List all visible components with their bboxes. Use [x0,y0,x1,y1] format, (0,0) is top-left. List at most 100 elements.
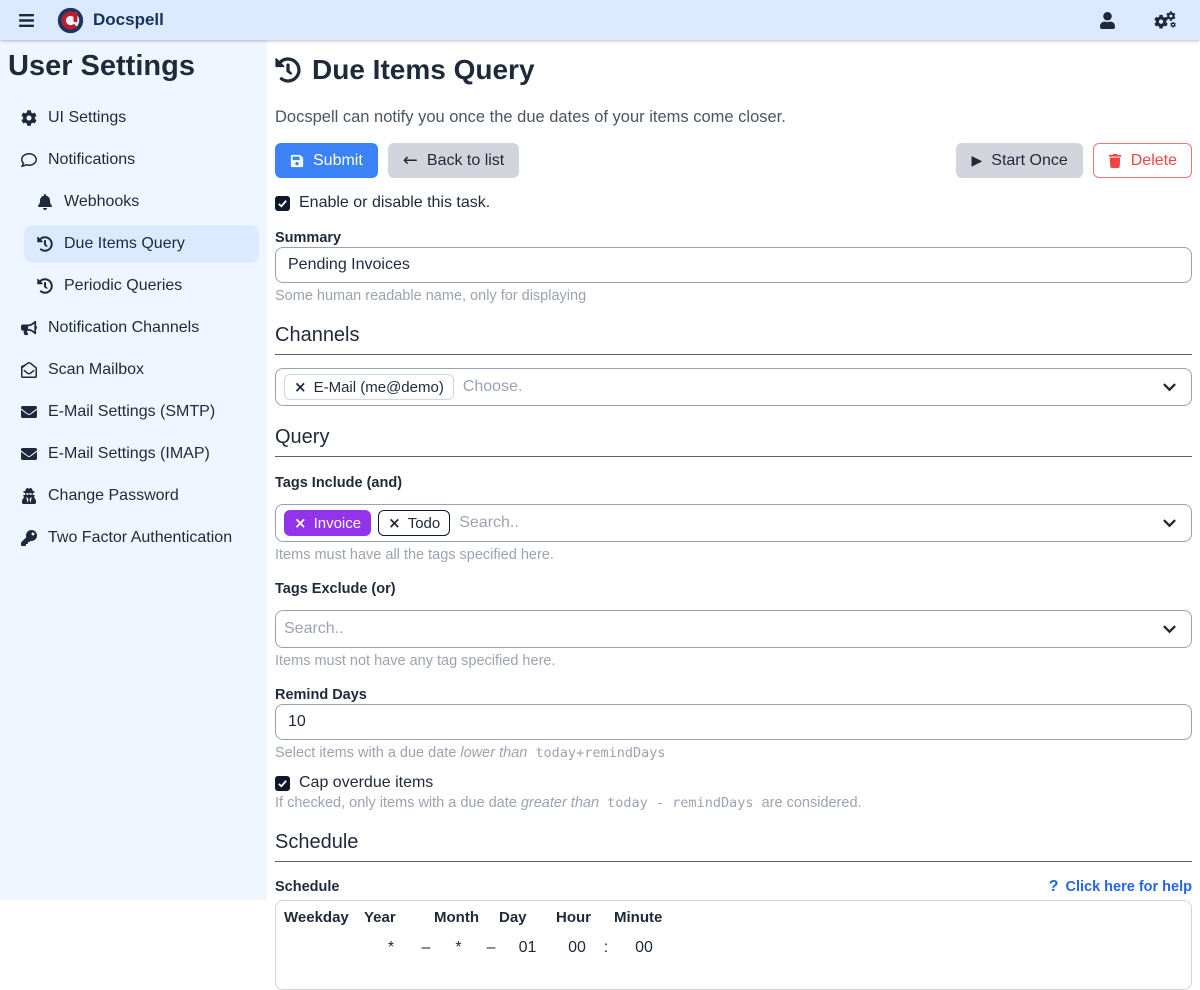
sidebar-item-label: Scan Mailbox [48,361,144,379]
channels-heading: Channels [275,324,1192,355]
remove-chip-icon[interactable]: × [294,514,307,532]
channel-chip-label: E-Mail (me@demo) [314,379,444,396]
sidebar-item-label: Webhooks [64,193,139,211]
back-to-list-button[interactable]: ← Back to list [388,143,519,178]
sidebar-item-notifications[interactable]: Notifications [8,141,259,179]
save-icon [290,154,304,168]
page-description: Docspell can notify you once the due dat… [275,108,1192,127]
chevron-down-icon[interactable] [1163,383,1176,392]
page-title: Due Items Query [275,54,1192,86]
chevron-down-icon[interactable] [1163,519,1176,528]
summary-hint: Some human readable name, only for displ… [275,288,1192,304]
user-secret-icon [20,488,37,504]
tag-chip-invoice[interactable]: × Invoice [284,510,371,536]
tags-include-placeholder: Search.. [459,514,519,532]
month-value[interactable]: * [434,939,483,957]
delete-label: Delete [1131,152,1177,170]
settings-cogs-icon[interactable] [1150,7,1180,33]
col-year: Year [364,909,434,926]
remove-chip-icon[interactable]: × [388,514,401,532]
docspell-logo-icon [57,7,84,34]
tag-chip-todo[interactable]: × Todo [378,510,450,536]
back-to-list-label: Back to list [427,152,504,170]
submit-label: Submit [313,152,363,170]
sidebar-item-label: E-Mail Settings (SMTP) [48,403,215,421]
channels-placeholder: Choose. [463,378,523,396]
remind-days-hint: Select items with a due date lower than … [275,745,1192,761]
col-weekday: Weekday [284,909,364,926]
history-icon [275,57,301,83]
sidebar-item-e-mail-settings-imap-[interactable]: E-Mail Settings (IMAP) [8,435,259,473]
sidebar-item-ui-settings[interactable]: UI Settings [8,99,259,137]
tags-include-select[interactable]: × Invoice × Todo Search.. [275,504,1192,542]
sidebar-item-due-items-query[interactable]: Due Items Query [24,225,259,263]
tags-exclude-select[interactable]: Search.. [275,610,1192,648]
brand-name: Docspell [93,10,164,30]
bell-icon [36,194,53,210]
schedule-table-header: Weekday Year Month Day Hour Minute [284,909,1191,926]
bullhorn-icon [20,320,37,336]
docspell-brand[interactable]: Docspell [57,7,164,34]
col-day: Day [499,909,556,926]
delete-button[interactable]: Delete [1093,143,1192,178]
sidebar-item-label: Notification Channels [48,319,199,337]
sidebar-item-label: E-Mail Settings (IMAP) [48,445,210,463]
cap-overdue-checkbox[interactable] [275,776,290,791]
tags-include-hint: Items must have all the tags specified h… [275,547,1192,563]
chevron-down-icon[interactable] [1163,625,1176,634]
sidebar-item-change-password[interactable]: Change Password [8,477,259,515]
sidebar-item-two-factor-authentication[interactable]: Two Factor Authentication [8,519,259,557]
tag-chip-label: Invoice [314,515,362,532]
enable-task-checkbox[interactable] [275,196,290,211]
year-value[interactable]: * [364,939,418,957]
user-account-icon[interactable] [1095,8,1120,33]
sidebar-item-periodic-queries[interactable]: Periodic Queries [24,267,259,305]
schedule-table-values: * – * – 01 00 : 00 [284,939,1191,957]
envelope-icon [20,404,37,420]
day-value[interactable]: 01 [499,939,556,957]
sidebar-item-notification-channels[interactable]: Notification Channels [8,309,259,347]
sidebar-item-e-mail-settings-smtp-[interactable]: E-Mail Settings (SMTP) [8,393,259,431]
trash-icon [1108,154,1122,168]
main-content: Due Items Query Docspell can notify you … [267,40,1200,900]
sidebar-item-label: UI Settings [48,109,126,127]
sidebar-item-scan-mailbox[interactable]: Scan Mailbox [8,351,259,389]
col-minute: Minute [614,909,674,926]
col-month: Month [434,909,499,926]
envelope-icon [20,446,37,462]
tags-exclude-placeholder: Search.. [284,620,344,638]
schedule-help-text: Click here for help [1065,879,1192,895]
comment-icon [20,152,37,168]
tags-exclude-hint: Items must not have any tag specified he… [275,653,1192,669]
play-icon: ▶ [971,154,982,168]
top-navbar: Docspell [0,0,1200,40]
col-hour: Hour [556,909,614,926]
sidebar-item-label: Change Password [48,487,179,505]
sidebar-item-label: Due Items Query [64,235,185,253]
remove-chip-icon[interactable]: × [294,378,307,396]
hour-value[interactable]: 00 [556,939,598,957]
start-once-button[interactable]: ▶ Start Once [956,143,1082,178]
remind-days-label: Remind Days [275,687,1192,703]
schedule-table: Weekday Year Month Day Hour Minute * – *… [275,900,1192,990]
submit-button[interactable]: Submit [275,143,378,178]
summary-input[interactable] [275,247,1192,283]
tags-include-label: Tags Include (and) [275,475,1192,491]
hamburger-menu-icon[interactable] [14,8,39,33]
history-icon [36,278,53,294]
schedule-help-link[interactable]: ? Click here for help [1049,878,1192,896]
remind-days-input[interactable] [275,704,1192,740]
sidebar-item-label: Periodic Queries [64,277,182,295]
channel-chip[interactable]: × E-Mail (me@demo) [284,374,454,400]
cog-icon [20,110,37,126]
year-month-separator: – [418,939,434,957]
schedule-heading: Schedule [275,831,1192,862]
cap-overdue-hint: If checked, only items with a due date g… [275,795,1192,811]
minute-value[interactable]: 00 [614,939,674,957]
arrow-left-icon: ← [403,152,418,170]
start-once-label: Start Once [991,152,1067,170]
tag-chip-label: Todo [408,515,441,532]
channels-select[interactable]: × E-Mail (me@demo) Choose. [275,368,1192,406]
month-day-separator: – [483,939,499,957]
sidebar-item-webhooks[interactable]: Webhooks [24,183,259,221]
